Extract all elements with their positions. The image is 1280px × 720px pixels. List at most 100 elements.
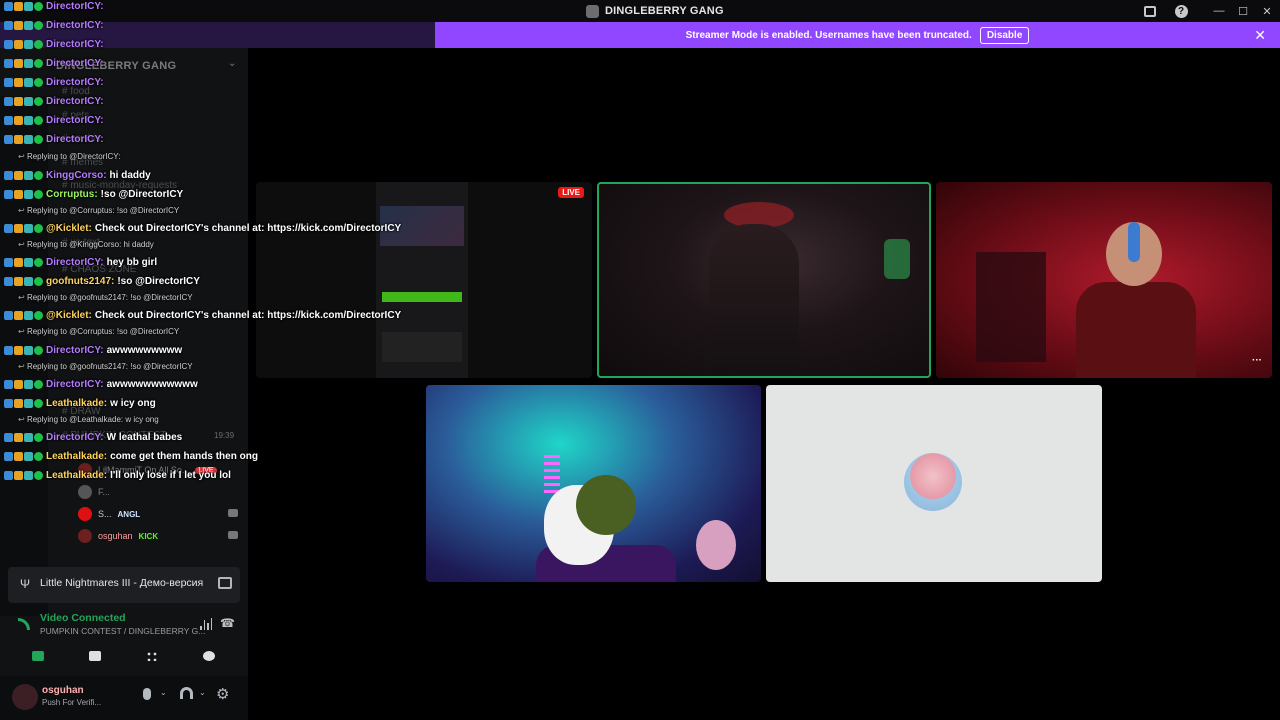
badge-icon — [34, 380, 43, 389]
activity-card[interactable]: Ψ Little Nightmares III - Демо-версия — [8, 567, 240, 603]
badge-icon — [14, 311, 23, 320]
chevron-down-icon[interactable]: ⌄ — [160, 688, 167, 697]
chat-message: DirectorICY: — [4, 96, 107, 107]
video-tile-camera[interactable] — [597, 182, 931, 378]
badge-icon — [4, 433, 13, 442]
badge-icon — [4, 40, 13, 49]
chat-username: goofnuts2147: — [46, 276, 115, 287]
close-icon[interactable]: ✕ — [1254, 27, 1266, 44]
voice-member-name: F... — [98, 487, 111, 497]
video-tile-camera[interactable] — [426, 385, 761, 582]
microphone-icon[interactable] — [143, 688, 151, 700]
video-tile-avatar[interactable] — [766, 385, 1102, 582]
badge-icon — [24, 190, 33, 199]
more-options-icon[interactable]: ··· — [1252, 355, 1262, 366]
chat-message: DirectorICY: awwwwwwwww — [4, 345, 182, 356]
video-tile-camera[interactable]: ··· — [936, 182, 1272, 378]
badge-icon — [4, 78, 13, 87]
chat-message: Leathalkade: I'll only lose if I let you … — [4, 470, 231, 481]
chat-message: DirectorICY: — [4, 134, 107, 145]
chat-message: DirectorICY: — [4, 115, 107, 126]
chat-reply-context: Replying to @DirectorICY: — [18, 152, 121, 161]
badge-icon — [24, 40, 33, 49]
chat-message: DirectorICY: — [4, 20, 107, 31]
close-window-icon[interactable]: ✕ — [1259, 3, 1275, 19]
user-panel: osguhan Push For Verifi... ⌄ ⌄ ⚙ — [0, 676, 248, 720]
voice-channel-name[interactable]: PUMPKIN CONTEST / DINGLEBERRY G... — [40, 626, 205, 636]
chat-reply-context: Replying to @Leathalkade: w icy ong — [18, 415, 159, 424]
chat-badges — [4, 311, 43, 320]
badge-icon — [4, 399, 13, 408]
badge-icon — [14, 59, 23, 68]
activities-button[interactable] — [130, 646, 174, 666]
chat-text: !so @DirectorICY — [117, 276, 200, 287]
screen-share-icon[interactable] — [218, 577, 232, 589]
video-tile-screenshare[interactable]: LIVE — [256, 182, 592, 378]
badge-icon — [24, 346, 33, 355]
badge-icon — [4, 471, 13, 480]
chat-text: !so @DirectorICY — [100, 189, 184, 200]
badge-icon — [4, 21, 13, 30]
chat-reply-context: Replying to @Corruptus: !so @DirectorICY — [18, 327, 179, 336]
badge-icon — [34, 258, 43, 267]
disable-button[interactable]: Disable — [979, 26, 1030, 44]
chat-text: Check out DirectorICY's channel at: http… — [94, 223, 402, 234]
badge-icon — [34, 116, 43, 125]
disconnect-icon[interactable]: ☎ — [220, 616, 235, 630]
chat-text: w icy ong — [110, 398, 156, 409]
badge-icon — [4, 97, 13, 106]
maximize-icon[interactable]: ☐ — [1235, 3, 1251, 19]
badge-icon — [4, 116, 13, 125]
chat-username: Corruptus: — [46, 189, 98, 200]
share-screen-button[interactable] — [73, 646, 117, 666]
help-icon[interactable]: ? — [1173, 3, 1189, 19]
chat-reply-context: Replying to @goofnuts2147: !so @Director… — [18, 362, 193, 371]
voice-member[interactable]: S... ANGL — [78, 505, 238, 523]
chat-badges — [4, 59, 43, 68]
badge-icon — [24, 433, 33, 442]
chat-username: DirectorICY: — [46, 1, 104, 12]
camera-button[interactable] — [16, 646, 60, 666]
member-tag: KICK — [138, 531, 159, 541]
voice-member[interactable]: osguhan KICK — [78, 527, 238, 545]
badge-icon — [14, 40, 23, 49]
chat-text: W leathal babes — [106, 432, 183, 443]
window-title-text: DINGLEBERRY GANG — [605, 5, 724, 17]
badge-icon — [14, 452, 23, 461]
noise-suppression-icon[interactable] — [200, 618, 212, 630]
badge-icon — [24, 97, 33, 106]
voice-timer: 19:39 — [214, 431, 235, 440]
badge-icon — [34, 346, 43, 355]
badge-icon — [34, 171, 43, 180]
chat-message: Corruptus: !so @DirectorICY — [4, 189, 183, 200]
chat-username: KinggCorso: — [46, 170, 107, 181]
avatar — [904, 453, 962, 511]
chat-badges — [4, 380, 43, 389]
chat-message: goofnuts2147: !so @DirectorICY — [4, 276, 200, 287]
chat-message: Leathalkade: come get them hands then ong — [4, 451, 258, 462]
user-name[interactable]: osguhan — [42, 685, 84, 696]
banner-text: Streamer Mode is enabled. Usernames have… — [685, 29, 972, 41]
badge-icon — [14, 21, 23, 30]
chat-username: DirectorICY: — [46, 115, 104, 126]
avatar[interactable] — [12, 684, 38, 710]
badge-icon — [24, 452, 33, 461]
gear-icon[interactable]: ⚙ — [216, 685, 229, 703]
voice-connection-panel: Video Connected PUMPKIN CONTEST / DINGLE… — [8, 606, 240, 666]
headset-icon[interactable] — [180, 687, 193, 699]
badge-icon — [14, 2, 23, 11]
badge-icon — [34, 224, 43, 233]
badge-icon — [34, 311, 43, 320]
streamer-mode-banner: Streamer Mode is enabled. Usernames have… — [435, 22, 1280, 48]
voice-status[interactable]: Video Connected — [40, 612, 126, 624]
chevron-down-icon[interactable]: ⌄ — [228, 58, 236, 69]
chat-badges — [4, 277, 43, 286]
voice-member[interactable]: F... — [78, 483, 110, 501]
badge-icon — [24, 171, 33, 180]
chevron-down-icon[interactable]: ⌄ — [199, 688, 206, 697]
minimize-icon[interactable]: — — [1211, 3, 1227, 19]
inbox-icon[interactable] — [1142, 3, 1158, 19]
soundboard-button[interactable] — [187, 646, 231, 666]
badge-icon — [34, 135, 43, 144]
chat-text: Check out DirectorICY's channel at: http… — [94, 310, 402, 321]
